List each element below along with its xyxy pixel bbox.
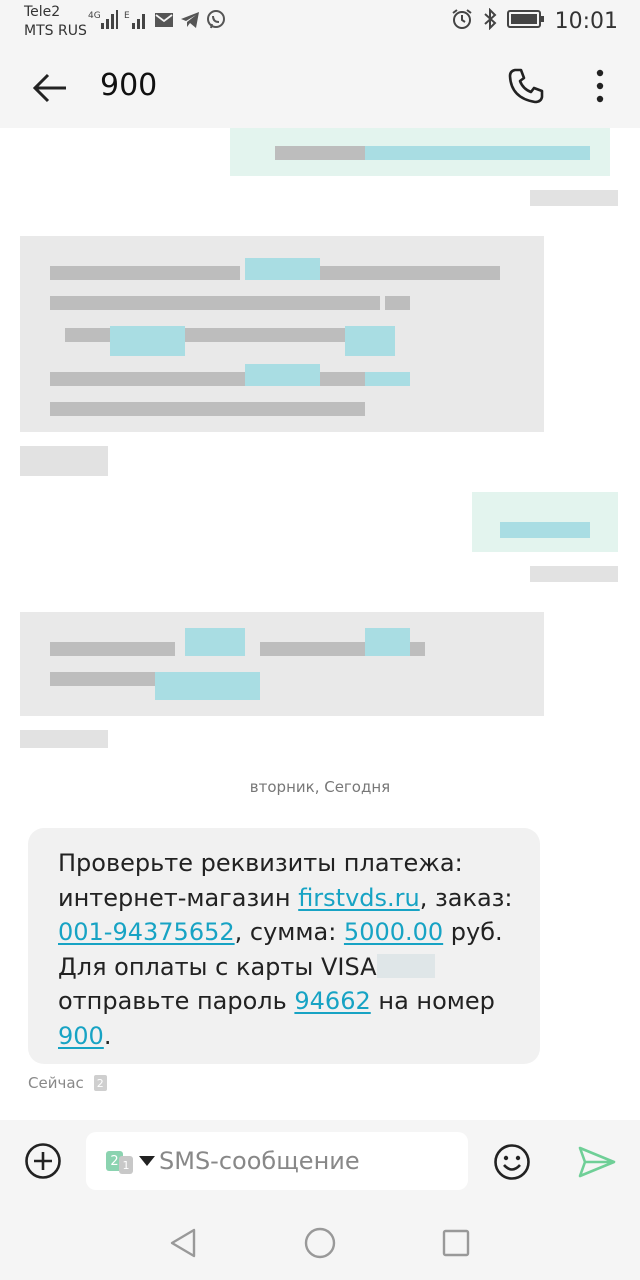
network-2-label: E [124,11,130,21]
message-text: . [103,1021,112,1050]
app-bar: 900 [0,44,640,128]
signal-4g-icon: 4G [88,9,118,35]
date-separator: вторник, Сегодня [249,778,391,796]
dropdown-triangle-icon [139,1156,155,1166]
message-timestamp: Сейчас 2 [28,1074,107,1092]
operator-2-label: MTS RUS [24,23,87,39]
message-line: отправьте пароль 94662 на номер [58,984,522,1019]
emoji-button[interactable] [490,1140,534,1184]
message-text: , сумма: [234,918,344,946]
sim-selector[interactable]: 2 1 [106,1148,155,1174]
message-line: интернет-магазин firstvds.ru, заказ: [58,881,522,916]
bluetooth-icon [483,7,497,34]
order-number-link[interactable]: 001-94375652 [58,918,235,946]
message-text: Проверьте реквизиты платежа: [58,849,463,877]
status-icons-right: 10:01 [451,7,618,34]
call-button[interactable] [504,64,548,108]
compose-bar: 2 1 SMS-сообщение [0,1120,640,1206]
message-text: интернет-магазин [58,883,299,912]
plus-circle-icon [25,1143,61,1179]
viber-icon [206,10,226,34]
signal-e-icon: E [124,9,148,35]
message-line: 001-94375652, сумма: 5000.00 руб. [58,915,522,950]
more-options-button[interactable] [580,64,620,108]
operator-1-label: Tele2 [24,4,61,20]
smiley-icon [494,1144,530,1180]
conversation-title: 900 [100,68,158,103]
nav-recent-apps-button[interactable] [440,1227,472,1259]
mail-icon [154,12,174,32]
code-link[interactable]: 94662 [294,987,370,1015]
back-button[interactable] [28,66,72,110]
message-input[interactable]: 2 1 SMS-сообщение [86,1132,468,1190]
message-line: Проверьте реквизиты платежа: [58,846,522,881]
message-text: Для оплаты с карты VISA [58,952,377,981]
clock-label: 10:01 [554,8,618,34]
message-text: отправьте пароль [58,987,295,1015]
arrow-left-icon [32,73,66,103]
sim-2-icon: 2 [93,1075,107,1091]
nav-home-button[interactable] [302,1225,338,1261]
message-text: руб. [443,918,503,946]
network-1-label: 4G [88,11,101,21]
message-input-placeholder: SMS-сообщение [159,1147,360,1175]
triangle-back-icon [170,1228,196,1258]
message-text: , заказ: [419,883,513,912]
add-attachment-button[interactable] [22,1140,64,1182]
phone-number-link[interactable]: 900 [58,1022,104,1050]
redacted-card-digits [376,953,435,978]
circle-home-icon [304,1227,336,1259]
status-bar: Tele2 MTS RUS 4G E 10:01 [0,0,640,44]
more-vertical-icon [596,69,604,103]
message-text: на номер [370,987,495,1015]
square-recents-icon [442,1229,470,1257]
send-button[interactable] [574,1140,620,1184]
nav-back-button[interactable] [166,1226,200,1260]
amount-link[interactable]: 5000.00 [344,918,443,946]
sim-1-badge: 1 [119,1156,133,1174]
status-icons-left: 4G E [88,9,226,35]
telegram-icon [180,11,200,33]
message-line: 900. [58,1019,522,1054]
battery-icon [506,9,545,33]
phone-icon [508,68,544,104]
message-line: Для оплаты с карты VISA [58,950,522,985]
timestamp-label: Сейчас [28,1074,84,1092]
shop-link[interactable]: firstvds.ru [298,884,420,912]
alarm-icon [451,8,473,34]
message-bubble-received[interactable]: Проверьте реквизиты платежа: интернет-ма… [28,828,540,1064]
navigation-bar [0,1206,640,1280]
send-icon [578,1146,616,1178]
